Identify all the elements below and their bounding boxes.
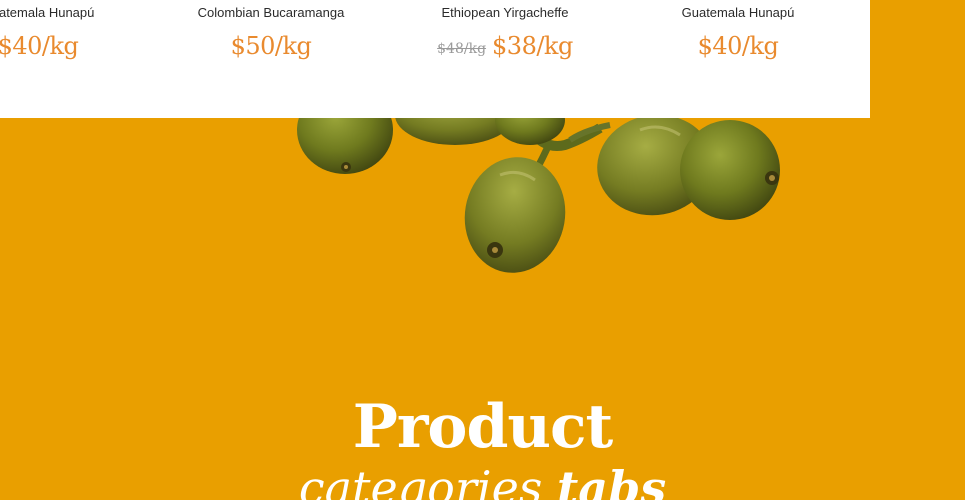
product-name[interactable]: Ethiopean Yirgacheffe xyxy=(390,5,620,21)
product-card[interactable]: Colombian Bucaramanga $50/kg xyxy=(156,0,386,67)
product-name[interactable]: Guatemala Hunapú xyxy=(0,5,153,21)
coffee-cherries-icon xyxy=(297,90,780,273)
price-row: $40/kg xyxy=(0,29,153,67)
product-price: $40/kg xyxy=(0,32,79,60)
product-strip: Guatemala Hunapú $40/kg Colombian Bucara… xyxy=(0,0,870,118)
section-subtitle-emphasis: tabs xyxy=(557,461,667,500)
price-row: $50/kg xyxy=(156,29,386,67)
product-old-price: $48/kg xyxy=(437,41,487,57)
section-subtitle-regular: categories xyxy=(298,461,543,500)
page: Guatemala Hunapú $40/kg Colombian Bucara… xyxy=(0,0,965,500)
product-card[interactable]: Guatemala Hunapú $40/kg xyxy=(0,0,153,67)
price-row: $48/kg $38/kg xyxy=(390,29,620,67)
price-row: $40/kg xyxy=(623,29,853,67)
product-card[interactable]: Ethiopean Yirgacheffe $48/kg $38/kg xyxy=(390,0,620,67)
product-card[interactable]: Guatemala Hunapú $40/kg xyxy=(623,0,853,67)
product-price: $38/kg xyxy=(492,32,573,60)
product-name[interactable]: Guatemala Hunapú xyxy=(623,5,853,21)
product-price: $50/kg xyxy=(230,32,312,60)
product-name[interactable]: Colombian Bucaramanga xyxy=(156,5,386,21)
product-price: $40/kg xyxy=(697,32,779,60)
section-title: Product xyxy=(352,392,614,462)
section-subtitle: categories tabs xyxy=(0,460,965,500)
